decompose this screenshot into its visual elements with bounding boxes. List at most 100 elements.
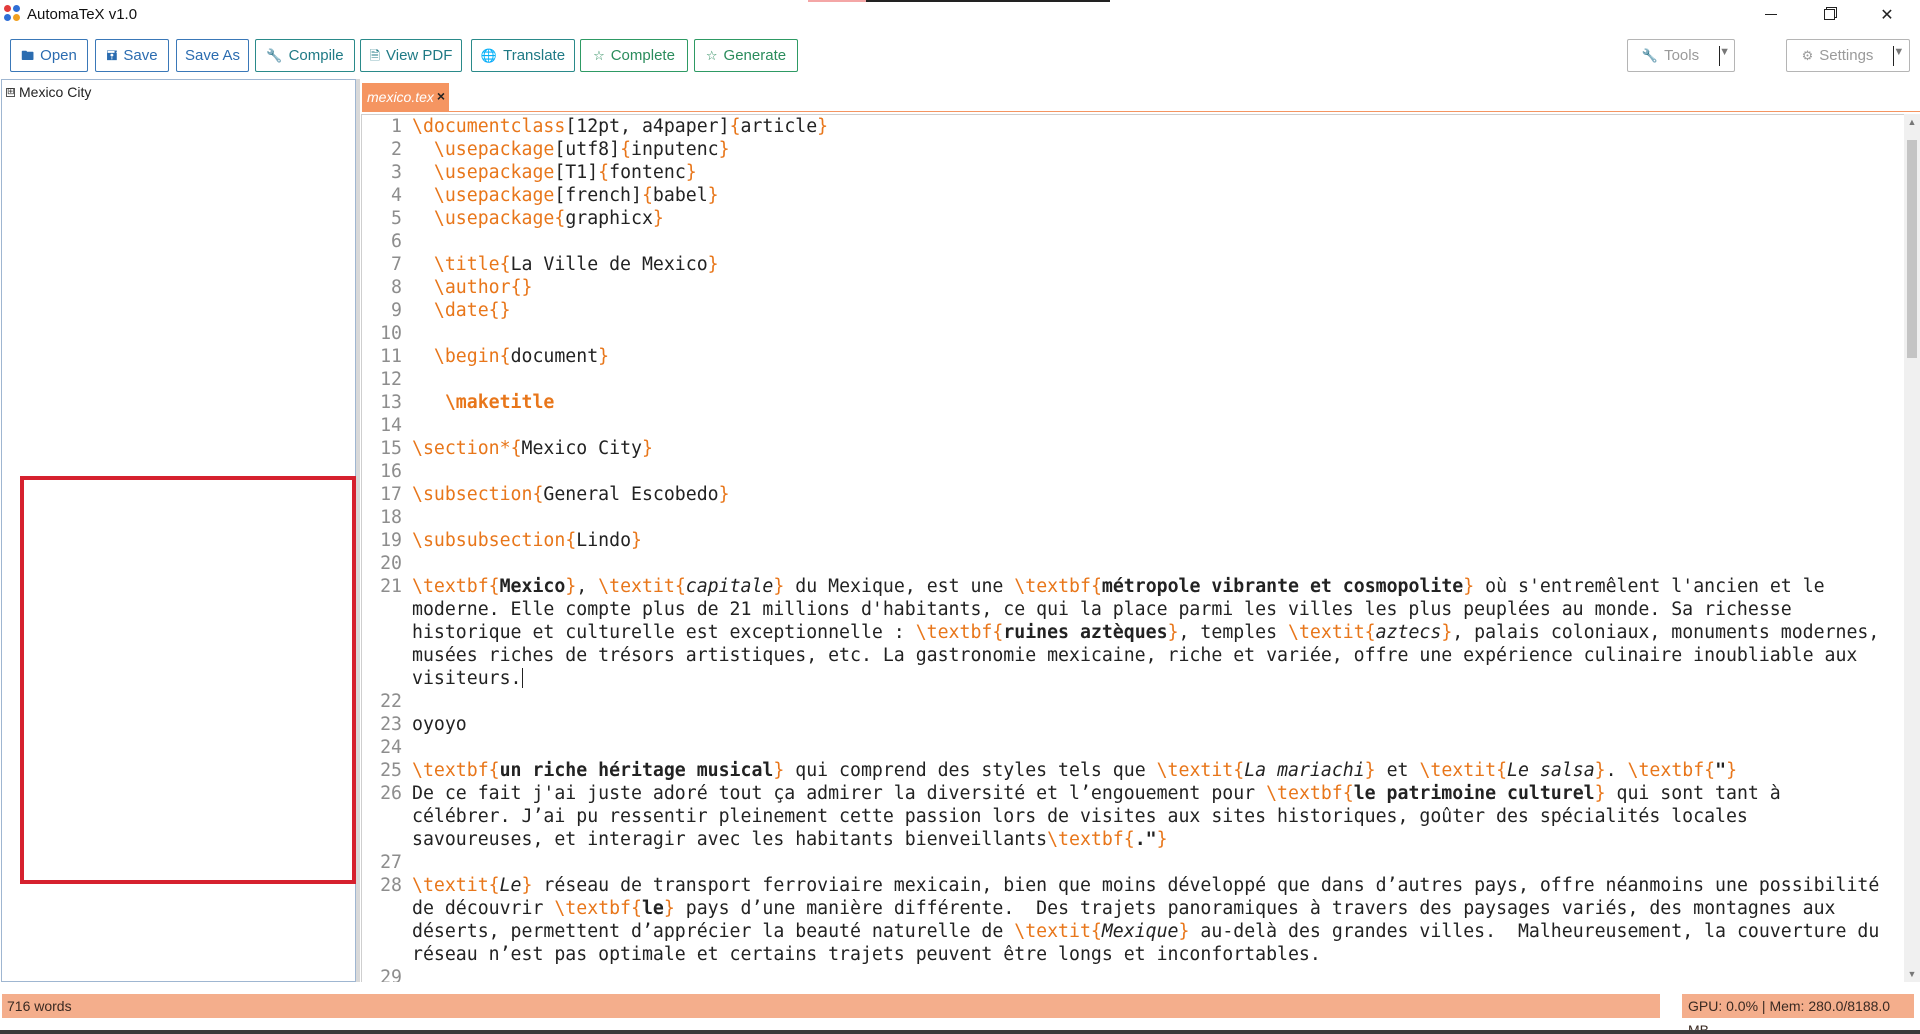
translate-label: Translate	[503, 47, 566, 64]
code-text[interactable]	[405, 851, 1904, 874]
maximize-button[interactable]	[1806, 0, 1852, 29]
editor-line[interactable]: 2 \usepackage[utf8]{inputenc}	[362, 138, 1904, 161]
complete-label: Complete	[610, 47, 675, 64]
minimize-button[interactable]	[1748, 0, 1794, 29]
tools-dropdown[interactable]: 🔧 Tools ▼	[1627, 39, 1735, 72]
line-number: 9	[391, 300, 402, 321]
editor-line[interactable]: 10	[362, 322, 1904, 345]
code-text[interactable]: \subsubsection{Lindo}	[405, 529, 1904, 552]
bottom-strip	[0, 1030, 1920, 1034]
editor-line[interactable]: 23 oyoyo	[362, 713, 1904, 736]
editor-line[interactable]: 29	[362, 966, 1904, 982]
code-text[interactable]	[405, 368, 1904, 391]
floppy-icon: 🖬	[106, 48, 118, 63]
resource-status: GPU: 0.0% | Mem: 280.0/8188.0 MB	[1682, 994, 1914, 1034]
editor-line[interactable]: 15 \section*{Mexico City}	[362, 437, 1904, 460]
code-text[interactable]: \usepackage{graphicx}	[405, 207, 1904, 230]
editor-line[interactable]: 1 \documentclass[12pt, a4paper]{article}	[362, 115, 1904, 138]
code-text[interactable]: \subsection{General Escobedo}	[405, 483, 1904, 506]
translate-button[interactable]: 🌐 Translate	[471, 39, 575, 72]
open-button[interactable]: 🖿 Open	[10, 39, 88, 72]
line-number: 12	[380, 369, 402, 390]
gear-icon: ⚙	[1801, 48, 1814, 63]
scroll-down-icon[interactable]: ▼	[1904, 966, 1920, 982]
code-text[interactable]	[405, 414, 1904, 437]
expand-icon[interactable]: ⊞	[6, 87, 15, 97]
code-text[interactable]: \maketitle	[405, 391, 1904, 414]
save-button[interactable]: 🖬 Save	[95, 39, 169, 72]
editor-line[interactable]: 25 \textbf{un riche héritage musical} qui…	[362, 759, 1904, 782]
window-title: AutomaTeX v1.0	[27, 6, 138, 23]
code-text[interactable]: \textit{Le} réseau de transport ferrovia…	[405, 874, 1904, 966]
compile-button[interactable]: 🔧 Compile	[255, 39, 355, 72]
code-text[interactable]: \textbf{un riche héritage musical} qui c…	[405, 759, 1904, 782]
tab-mexico-tex[interactable]: mexico.tex ×	[362, 83, 449, 111]
code-text[interactable]: \usepackage[T1]{fontenc}	[405, 161, 1904, 184]
code-text[interactable]	[405, 506, 1904, 529]
code-text[interactable]	[405, 460, 1904, 483]
editor-line[interactable]: 3 \usepackage[T1]{fontenc}	[362, 161, 1904, 184]
editor-line[interactable]: 22	[362, 690, 1904, 713]
editor-line[interactable]: 12	[362, 368, 1904, 391]
code-text[interactable]	[405, 322, 1904, 345]
generate-button[interactable]: ☆ Generate	[694, 39, 798, 72]
code-text[interactable]: \title{La Ville de Mexico}	[405, 253, 1904, 276]
editor-scrollbar[interactable]: ▲ ▼	[1904, 114, 1920, 982]
editor-line[interactable]: 28 \textit{Le} réseau de transport ferrov…	[362, 874, 1904, 966]
scroll-up-icon[interactable]: ▲	[1904, 114, 1920, 130]
code-editor[interactable]: 1 \documentclass[12pt, a4paper]{article} 2…	[361, 114, 1904, 982]
view-pdf-button[interactable]: 🗎 View PDF	[360, 39, 462, 72]
code-text[interactable]: oyoyo	[405, 713, 1904, 736]
editor-line[interactable]: 5 \usepackage{graphicx}	[362, 207, 1904, 230]
close-button[interactable]: ✕	[1864, 0, 1910, 29]
code-text[interactable]	[405, 690, 1904, 713]
editor-line[interactable]: 11 \begin{document}	[362, 345, 1904, 368]
editor-line[interactable]: 6	[362, 230, 1904, 253]
code-text[interactable]: \author{}	[405, 276, 1904, 299]
scrollbar-thumb[interactable]	[1907, 140, 1917, 358]
code-text[interactable]: \begin{document}	[405, 345, 1904, 368]
code-text[interactable]: \usepackage[utf8]{inputenc}	[405, 138, 1904, 161]
compile-label: Compile	[288, 47, 344, 64]
close-icon[interactable]: ×	[437, 88, 445, 104]
panel-splitter[interactable]	[356, 79, 360, 982]
code-text[interactable]: \section*{Mexico City}	[405, 437, 1904, 460]
line-number: 24	[380, 737, 402, 758]
editor-line[interactable]: 4 \usepackage[french]{babel}	[362, 184, 1904, 207]
editor-line[interactable]: 16	[362, 460, 1904, 483]
line-number: 1	[391, 116, 402, 137]
editor-line[interactable]: 14	[362, 414, 1904, 437]
code-text[interactable]: De ce fait j'ai juste adoré tout ça admi…	[405, 782, 1904, 851]
editor-line[interactable]: 24	[362, 736, 1904, 759]
code-text[interactable]: \textbf{Mexico}, \textit{capitale} du Me…	[405, 575, 1904, 690]
editor-line[interactable]: 9 \date{}	[362, 299, 1904, 322]
code-text[interactable]	[405, 552, 1904, 575]
line-number: 29	[380, 967, 402, 982]
editor-line[interactable]: 8 \author{}	[362, 276, 1904, 299]
code-text[interactable]: \documentclass[12pt, a4paper]{article}	[405, 115, 1904, 138]
editor-line[interactable]: 17 \subsection{General Escobedo}	[362, 483, 1904, 506]
complete-button[interactable]: ☆ Complete	[580, 39, 688, 72]
settings-dropdown[interactable]: ⚙ Settings ▼	[1786, 39, 1910, 72]
code-text[interactable]: \usepackage[french]{babel}	[405, 184, 1904, 207]
line-number: 10	[380, 323, 402, 344]
editor-line[interactable]: 13 \maketitle	[362, 391, 1904, 414]
editor-line[interactable]: 20	[362, 552, 1904, 575]
editor-line[interactable]: 19 \subsubsection{Lindo}	[362, 529, 1904, 552]
star-icon: ☆	[593, 48, 605, 63]
editor-line[interactable]: 21 \textbf{Mexico}, \textit{capitale} du …	[362, 575, 1904, 690]
editor-line[interactable]: 27	[362, 851, 1904, 874]
code-text[interactable]: \date{}	[405, 299, 1904, 322]
code-text[interactable]	[405, 966, 1904, 982]
code-text[interactable]	[405, 736, 1904, 759]
line-number: 17	[380, 484, 402, 505]
line-number: 22	[380, 691, 402, 712]
editor-line[interactable]: 26 De ce fait j'ai juste adoré tout ça ad…	[362, 782, 1904, 851]
open-label: Open	[40, 47, 77, 64]
save-as-button[interactable]: Save As	[176, 39, 249, 72]
line-number: 18	[380, 507, 402, 528]
editor-line[interactable]: 7 \title{La Ville de Mexico}	[362, 253, 1904, 276]
outline-item-mexico-city[interactable]: ⊞ Mexico City	[6, 84, 91, 100]
editor-line[interactable]: 18	[362, 506, 1904, 529]
code-text[interactable]	[405, 230, 1904, 253]
